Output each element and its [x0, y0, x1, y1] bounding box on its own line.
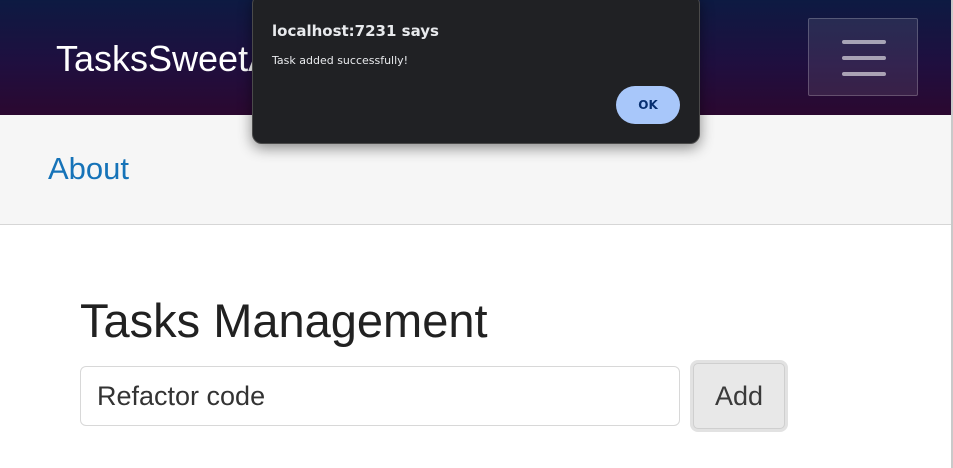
hamburger-menu-icon — [842, 40, 886, 44]
dialog-title: localhost:7231 says — [272, 22, 439, 40]
hamburger-menu-icon — [842, 72, 886, 76]
alert-dialog: localhost:7231 says Task added successfu… — [252, 0, 700, 144]
page-title: Tasks Management — [80, 294, 488, 347]
add-task-button[interactable]: Add — [693, 363, 785, 429]
app-page: TasksSweetApp About Tasks Management Add… — [0, 0, 953, 468]
hamburger-menu-icon — [842, 56, 886, 60]
about-link[interactable]: About — [48, 150, 129, 188]
menu-toggle-button[interactable] — [808, 18, 918, 96]
ok-button[interactable]: OK — [616, 86, 680, 124]
task-input[interactable] — [80, 366, 680, 426]
dialog-message: Task added successfully! — [272, 54, 409, 67]
